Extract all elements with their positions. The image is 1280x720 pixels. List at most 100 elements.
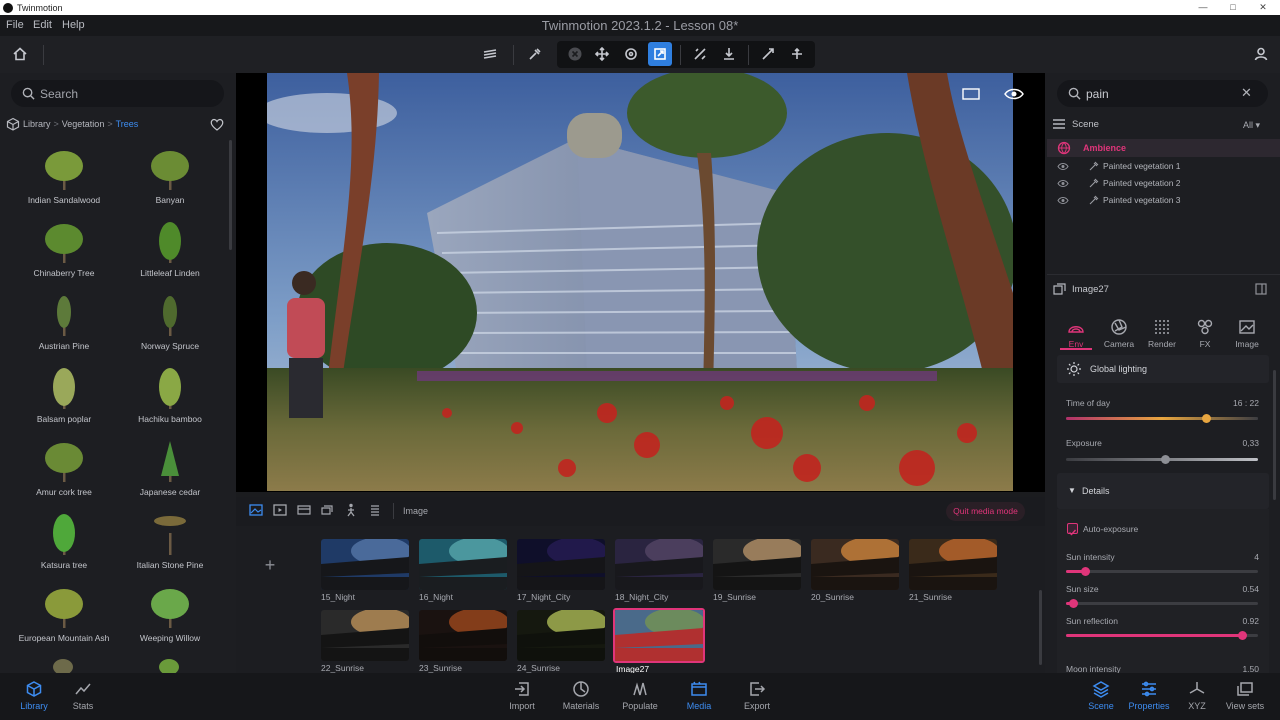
time-of-day-slider[interactable] xyxy=(1066,414,1258,423)
tree-asset-item[interactable]: Katsura tree xyxy=(14,513,114,570)
menu-edit[interactable]: Edit xyxy=(33,19,52,31)
library-scrollbar[interactable] xyxy=(229,140,232,250)
tab-render[interactable]: Render xyxy=(1142,318,1182,349)
tree-asset-item[interactable]: Amur cork tree xyxy=(14,440,114,497)
media-scrollbar[interactable] xyxy=(1039,590,1042,665)
favorite-heart-icon[interactable] xyxy=(210,118,224,131)
media-thumbnail[interactable] xyxy=(713,539,801,590)
scene-item-row[interactable]: Painted vegetation 1 xyxy=(1057,161,1181,171)
tab-image[interactable]: Image xyxy=(1227,318,1267,349)
deselect-icon[interactable] xyxy=(563,42,587,66)
tree-asset-item[interactable]: Weeping Willow xyxy=(120,586,220,643)
menu-file[interactable]: File xyxy=(6,19,24,31)
scale-icon[interactable] xyxy=(648,42,672,66)
scene-item-row[interactable]: Painted vegetation 3 xyxy=(1057,195,1181,205)
breadcrumb-vegetation[interactable]: Vegetation xyxy=(62,119,105,129)
add-media-button[interactable]: + xyxy=(258,553,282,577)
properties-scrollbar[interactable] xyxy=(1273,370,1276,500)
media-thumbnail[interactable] xyxy=(321,539,409,590)
eyedropper-icon[interactable] xyxy=(523,42,547,66)
scene-search-input[interactable]: pain ✕ xyxy=(1057,80,1268,107)
tree-thumbnail-icon xyxy=(163,296,177,336)
ambience-group-row[interactable] xyxy=(1047,139,1280,157)
time-of-day-knob[interactable] xyxy=(1201,414,1211,423)
align-icon[interactable] xyxy=(688,42,712,66)
nav-populate[interactable]: Populate xyxy=(612,680,668,711)
breadcrumb-trees[interactable]: Trees xyxy=(116,119,139,129)
exposure-slider[interactable] xyxy=(1066,455,1258,464)
visibility-eye-icon[interactable] xyxy=(1057,196,1069,205)
media-thumbnail-selected[interactable] xyxy=(613,608,705,663)
video-mode-icon[interactable] xyxy=(273,504,287,516)
visibility-eye-icon[interactable] xyxy=(1057,162,1069,171)
tree-asset-item[interactable]: Italian Stone Pine xyxy=(120,513,220,570)
panorama-mode-icon[interactable] xyxy=(297,504,311,516)
sun-intensity-slider[interactable] xyxy=(1066,567,1258,576)
snap-icon[interactable] xyxy=(756,42,780,66)
minimize-icon[interactable]: — xyxy=(1188,0,1218,15)
list-view-icon[interactable] xyxy=(369,504,381,516)
library-search-input[interactable]: Search xyxy=(11,80,224,107)
user-account-icon[interactable] xyxy=(1249,42,1273,66)
media-thumbnail[interactable] xyxy=(517,539,605,590)
move-icon[interactable] xyxy=(590,42,614,66)
tree-asset-item[interactable]: Littleleaf Linden xyxy=(120,221,220,278)
tree-asset-item[interactable]: European Mountain Ash xyxy=(14,586,114,643)
tree-asset-item[interactable]: Balsam poplar xyxy=(14,367,114,424)
nav-import[interactable]: Import xyxy=(494,680,550,711)
auto-exposure-checkbox[interactable] xyxy=(1067,523,1078,536)
media-thumbnail[interactable] xyxy=(419,539,507,590)
scene-filter-dropdown[interactable]: All ▾ xyxy=(1243,120,1260,131)
tree-thumbnail-icon xyxy=(45,443,83,482)
breadcrumb-library[interactable]: Library xyxy=(23,119,51,129)
nav-export[interactable]: Export xyxy=(729,680,785,711)
sun-intensity-knob[interactable] xyxy=(1080,567,1090,576)
tree-asset-item[interactable]: Hachiku bamboo xyxy=(120,367,220,424)
media-thumbnail[interactable] xyxy=(517,610,605,661)
sun-size-slider[interactable] xyxy=(1066,599,1258,608)
media-thumbnail[interactable] xyxy=(811,539,899,590)
nav-library[interactable]: Library xyxy=(6,680,62,711)
tab-fx[interactable]: FX xyxy=(1185,318,1225,349)
tree-asset-item[interactable]: Indian Sandalwood xyxy=(14,148,114,205)
media-thumbnail[interactable] xyxy=(321,610,409,661)
image-mode-icon[interactable] xyxy=(249,504,263,516)
media-thumbnail[interactable] xyxy=(615,539,703,590)
media-thumbnail[interactable] xyxy=(419,610,507,661)
eye-icon[interactable] xyxy=(1004,87,1024,101)
nav-stats[interactable]: Stats xyxy=(55,680,111,711)
sun-reflection-slider[interactable] xyxy=(1066,631,1258,640)
quit-media-mode-button[interactable]: Quit media mode xyxy=(946,502,1025,521)
brush-icon xyxy=(1089,178,1099,188)
menu-help[interactable]: Help xyxy=(62,19,85,31)
media-thumbnail-label: 15_Night xyxy=(321,592,356,602)
maximize-icon[interactable]: □ xyxy=(1218,0,1248,15)
nav-view-sets[interactable]: View sets xyxy=(1217,680,1273,711)
pivot-icon[interactable] xyxy=(785,42,809,66)
walk-mode-icon[interactable] xyxy=(345,503,357,517)
layers-icon[interactable] xyxy=(478,42,502,66)
close-window-icon[interactable]: ✕ xyxy=(1248,0,1278,15)
collapse-panel-icon[interactable] xyxy=(1255,283,1267,295)
nav-media[interactable]: Media xyxy=(671,680,727,711)
global-lighting-header[interactable] xyxy=(1057,355,1269,383)
tree-asset-item[interactable]: Austrian Pine xyxy=(14,294,114,351)
visibility-eye-icon[interactable] xyxy=(1057,179,1069,188)
tab-env[interactable]: Env xyxy=(1056,318,1096,349)
tree-asset-item[interactable]: Japanese cedar xyxy=(120,440,220,497)
nav-materials[interactable]: Materials xyxy=(553,680,609,711)
tree-asset-item[interactable]: Chinaberry Tree xyxy=(14,221,114,278)
window-title-bar: Twinmotion — □ ✕ xyxy=(0,0,1280,15)
tab-camera[interactable]: Camera xyxy=(1099,318,1139,349)
media-thumbnail[interactable] xyxy=(909,539,997,590)
tree-asset-item[interactable]: Norway Spruce xyxy=(120,294,220,351)
tree-asset-item[interactable]: Banyan xyxy=(120,148,220,205)
home-icon[interactable] xyxy=(8,42,32,66)
phasing-mode-icon[interactable] xyxy=(320,504,334,516)
drop-to-ground-icon[interactable] xyxy=(717,42,741,66)
scene-item-row[interactable]: Painted vegetation 2 xyxy=(1057,178,1181,188)
aspect-ratio-icon[interactable] xyxy=(962,88,980,100)
3d-viewport[interactable] xyxy=(267,73,1013,491)
rotate-icon[interactable] xyxy=(619,42,643,66)
clear-search-icon[interactable]: ✕ xyxy=(1241,85,1252,101)
